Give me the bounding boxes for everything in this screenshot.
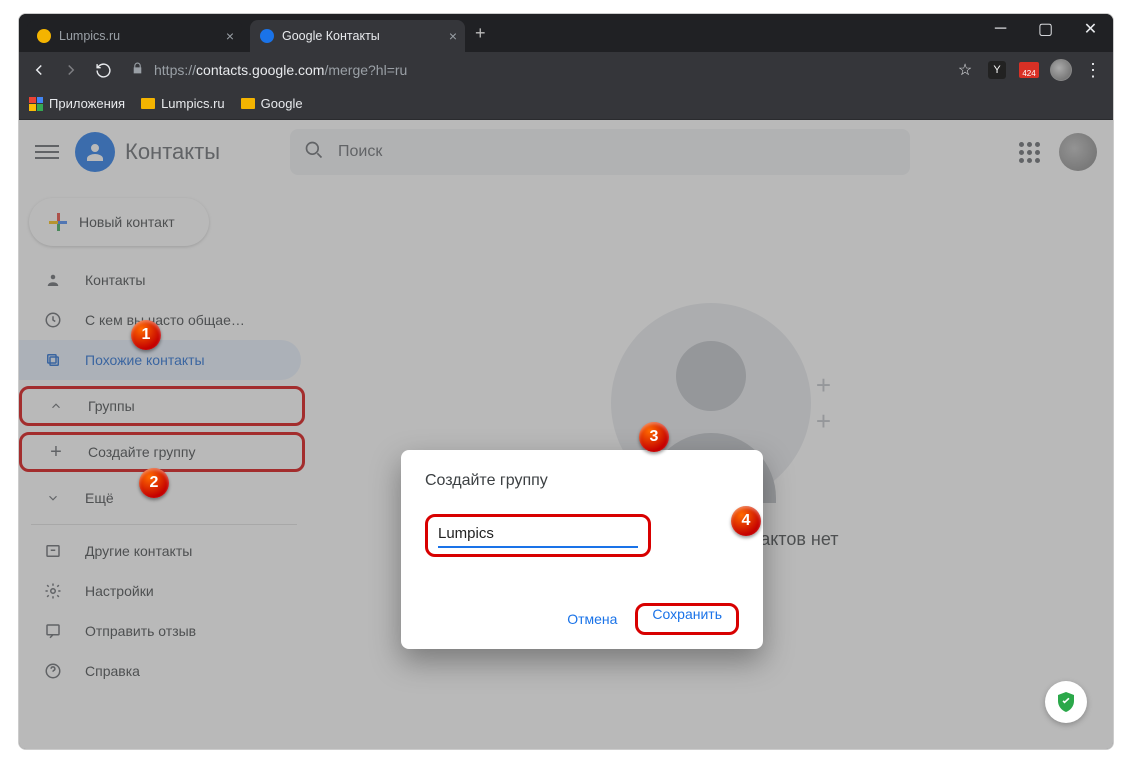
- bookmark-star-icon[interactable]: ☆: [951, 56, 979, 84]
- url-path: /merge?hl=ru: [324, 62, 407, 78]
- bookmarks-bar: Приложения Lumpics.ru Google: [19, 88, 1113, 120]
- create-group-dialog: Создайте группу Отмена Сохранить: [401, 450, 763, 649]
- bookmark-folder-lumpics[interactable]: Lumpics.ru: [141, 96, 225, 111]
- url-proto: https://: [154, 62, 196, 78]
- tabstrip: Lumpics.ru × Google Контакты × + ─ ▢ ✕: [19, 14, 1113, 52]
- window-controls: ─ ▢ ✕: [978, 14, 1113, 44]
- annotation-marker-2: 2: [139, 468, 169, 498]
- dialog-title: Создайте группу: [425, 472, 739, 490]
- address-bar: https://contacts.google.com/merge?hl=ru …: [19, 52, 1113, 88]
- apps-grid-icon: [29, 97, 43, 111]
- new-tab-button[interactable]: +: [465, 23, 496, 44]
- browser-tab-lumpics[interactable]: Lumpics.ru ×: [27, 20, 242, 52]
- close-window-button[interactable]: ✕: [1068, 14, 1113, 44]
- forward-button[interactable]: [57, 56, 85, 84]
- gmail-badge: 424: [1022, 69, 1035, 78]
- yandex-ext-icon[interactable]: Y: [983, 56, 1011, 84]
- modal-overlay[interactable]: [19, 120, 1113, 749]
- browser-tab-contacts[interactable]: Google Контакты ×: [250, 20, 465, 52]
- tab-title: Google Контакты: [282, 29, 380, 43]
- tab-title: Lumpics.ru: [59, 29, 120, 43]
- save-button[interactable]: Сохранить: [640, 598, 734, 630]
- cancel-button[interactable]: Отмена: [555, 603, 629, 635]
- lock-icon: [131, 62, 144, 78]
- group-name-input[interactable]: [438, 523, 638, 548]
- browser-menu-icon[interactable]: ⋮: [1079, 56, 1107, 84]
- bookmark-label: Google: [261, 96, 303, 111]
- minimize-button[interactable]: ─: [978, 14, 1023, 44]
- dialog-actions: Отмена Сохранить: [425, 603, 739, 635]
- close-tab-icon[interactable]: ×: [449, 29, 457, 43]
- annotation-marker-3: 3: [639, 422, 669, 452]
- bookmark-apps[interactable]: Приложения: [29, 96, 125, 111]
- folder-icon: [241, 98, 255, 109]
- browser-window: Lumpics.ru × Google Контакты × + ─ ▢ ✕: [18, 13, 1114, 750]
- maximize-button[interactable]: ▢: [1023, 14, 1068, 44]
- annotation-marker-4: 4: [731, 506, 761, 536]
- close-tab-icon[interactable]: ×: [226, 29, 234, 43]
- favicon: [260, 29, 274, 43]
- profile-avatar-icon[interactable]: [1047, 56, 1075, 84]
- gmail-ext-icon[interactable]: 424: [1015, 56, 1043, 84]
- adguard-badge-icon[interactable]: [1045, 681, 1087, 723]
- url-field[interactable]: https://contacts.google.com/merge?hl=ru: [121, 62, 947, 78]
- url-host: contacts.google.com: [196, 62, 324, 78]
- reload-button[interactable]: [89, 56, 117, 84]
- favicon: [37, 29, 51, 43]
- page-viewport: Контакты Поиск Новый контакт Контакты: [19, 120, 1113, 749]
- folder-icon: [141, 98, 155, 109]
- back-button[interactable]: [25, 56, 53, 84]
- bookmark-label: Приложения: [49, 96, 125, 111]
- bookmark-folder-google[interactable]: Google: [241, 96, 303, 111]
- bookmark-label: Lumpics.ru: [161, 96, 225, 111]
- annotation-marker-1: 1: [131, 320, 161, 350]
